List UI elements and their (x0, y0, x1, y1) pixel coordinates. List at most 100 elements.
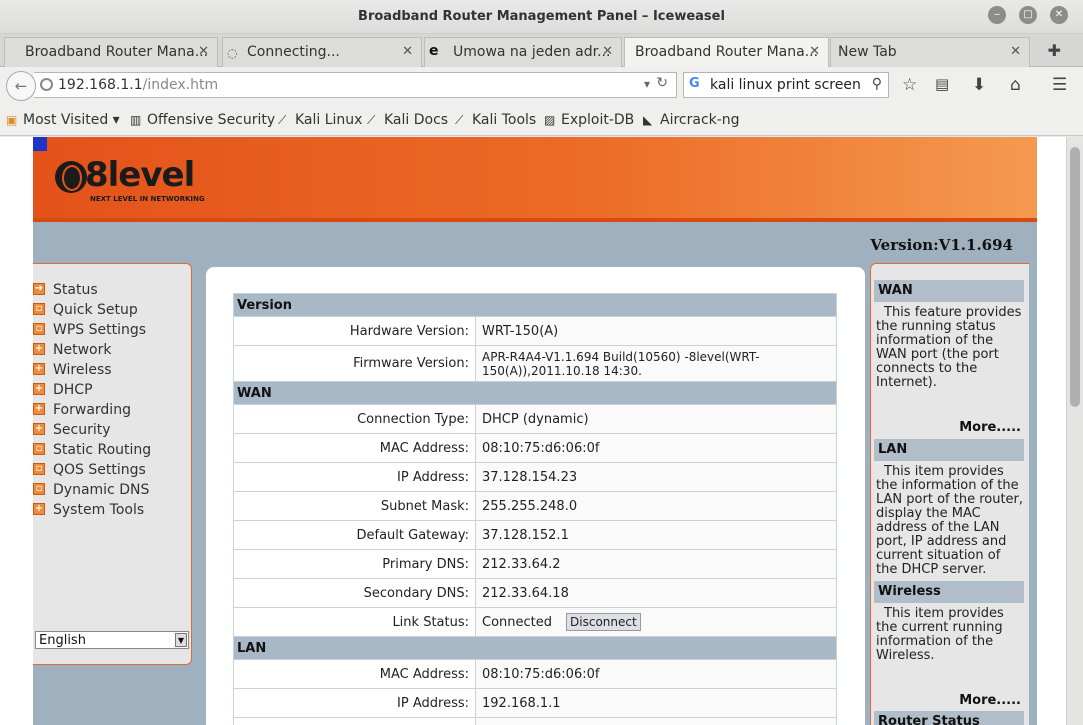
expand-plus-icon: + (33, 403, 45, 415)
status-table: Version Hardware Version: WRT-150(A) Firm… (233, 293, 837, 725)
tab-label: Broadband Router Mana... (25, 44, 209, 60)
help-text-wireless: This item provides the current running i… (876, 606, 1004, 663)
tab-label: Umowa na jeden adr... (453, 44, 611, 60)
bookmark-offensive-security[interactable]: ▥ Offensive Security (130, 112, 275, 128)
bookmark-star-icon[interactable]: ☆ (902, 75, 917, 95)
tab-umowa[interactable]: e Umowa na jeden adr... ✕ (424, 37, 622, 67)
menu-item-system-tools[interactable]: + System Tools (33, 501, 183, 521)
menu-item-qos-settings[interactable]: ▫ QOS Settings (33, 461, 183, 481)
menu-item-network[interactable]: + Network (33, 341, 183, 361)
tab-new[interactable]: New Tab ✕ (830, 37, 1030, 67)
bookmark-most-visited[interactable]: ▣ Most Visited ▾ (6, 112, 120, 128)
bookmark-kali-linux[interactable]: ⟋ Kali Linux (278, 112, 362, 128)
home-icon[interactable]: ⌂ (1010, 75, 1021, 95)
help-panel: WAN This feature provides the running st… (870, 263, 1029, 725)
search-box[interactable]: G kali linux print screen ⚲ (683, 72, 889, 98)
logo-ball-icon (55, 161, 87, 193)
menu-item-static-routing[interactable]: ▫ Static Routing (33, 441, 183, 461)
menu-item-status[interactable]: ➔ Status (33, 281, 183, 301)
close-tab-icon[interactable]: ✕ (1010, 44, 1021, 59)
downloads-icon[interactable]: ⬇ (972, 75, 986, 95)
close-tab-icon[interactable]: ✕ (402, 44, 413, 59)
brand-logo: 8level NEXT LEVEL IN NETWORKING (55, 155, 225, 207)
reading-list-icon[interactable]: ▤ (935, 75, 949, 93)
tab-connecting[interactable]: ◌ Connecting... ✕ (222, 37, 422, 67)
title-bar: Broadband Router Management Panel – Icew… (0, 0, 1083, 34)
menu-item-dhcp[interactable]: + DHCP (33, 381, 183, 401)
maximize-button[interactable]: □ (1019, 6, 1037, 24)
menu-item-wps-settings[interactable]: ▫ WPS Settings (33, 321, 183, 341)
banner-strip (33, 218, 1037, 222)
bookmark-exploit-db[interactable]: ▨ Exploit-DB (544, 112, 634, 128)
arrow-icon: ➔ (33, 283, 45, 295)
navigation-bar: 192.168.1.1/index.htm ▾ ↻ ← G kali linux… (0, 67, 1083, 104)
back-button[interactable]: ← (6, 71, 36, 101)
site-info-icon[interactable] (40, 78, 53, 91)
row-label: Subnet Mask: (233, 491, 476, 521)
menu-item-security[interactable]: + Security (33, 421, 183, 441)
firmware-version-value: APR-R4A4-V1.1.694 Build(10560) -8level(W… (475, 345, 837, 382)
row-label: MAC Address: (233, 433, 476, 463)
table-row: Link Status: Connected Disconnect (233, 607, 837, 637)
row-label: Secondary DNS: (233, 578, 476, 608)
search-icon[interactable]: ⚲ (872, 76, 882, 92)
more-link-wan[interactable]: More..... (959, 420, 1021, 435)
bookmark-kali-tools[interactable]: ⟋ Kali Tools (455, 112, 536, 128)
menu-icon[interactable]: ☰ (1052, 75, 1067, 95)
loading-icon: ◌ (227, 46, 238, 60)
reload-icon[interactable]: ↻ (656, 75, 668, 91)
menu-item-quick-setup[interactable]: ▫ Quick Setup (33, 301, 183, 321)
close-tab-icon[interactable]: ✕ (602, 44, 613, 59)
url-bar[interactable]: 192.168.1.1/index.htm ▾ ↻ (34, 72, 677, 98)
lan-mac-value: 08:10:75:d6:06:0f (475, 659, 837, 689)
wan-mac-value: 08:10:75:d6:06:0f (475, 433, 837, 463)
page-scrollbar[interactable] (1066, 137, 1083, 725)
language-select[interactable]: English ▼ (35, 631, 189, 649)
disconnect-button[interactable]: Disconnect (566, 613, 641, 631)
help-title-lan: LAN (874, 439, 1024, 461)
primary-dns-value: 212.33.64.2 (475, 549, 837, 579)
section-header-wan: WAN (233, 381, 837, 405)
row-label: Link Status: (233, 607, 476, 637)
corner-square (33, 137, 47, 151)
chevron-down-icon[interactable]: ▼ (175, 633, 187, 647)
table-row: IP Address: 37.128.154.23 (233, 462, 837, 492)
bookmark-aircrack[interactable]: ◣ Aircrack-ng (643, 112, 740, 128)
tab-label: New Tab (838, 44, 897, 60)
link-status-value: Connected (482, 615, 553, 630)
help-text-lan: This item provides the information of th… (876, 464, 1024, 577)
row-label: Firmware Version: (233, 345, 476, 382)
expand-plus-icon: + (33, 423, 45, 435)
square-bullet-icon: ▫ (33, 323, 45, 335)
tab-label: Connecting... (247, 44, 340, 60)
scrollbar-thumb[interactable] (1070, 147, 1080, 407)
table-row: Default Gateway: 37.128.152.1 (233, 520, 837, 550)
header-banner: 8level NEXT LEVEL IN NETWORKING (33, 137, 1037, 222)
url-host: 192.168.1.1 (58, 77, 143, 93)
close-window-button[interactable]: ✕ (1050, 6, 1068, 24)
new-tab-plus-icon[interactable]: ✚ (1048, 41, 1061, 60)
router-panel: 8level NEXT LEVEL IN NETWORKING Version:… (33, 137, 1037, 725)
wan-ip-value: 37.128.154.23 (475, 462, 837, 492)
tab-router-1[interactable]: Broadband Router Mana... ✕ (4, 37, 218, 67)
close-tab-icon[interactable]: ✕ (198, 44, 209, 59)
minimize-button[interactable]: ‒ (988, 6, 1006, 24)
menu-item-forwarding[interactable]: + Forwarding (33, 401, 183, 421)
dropdown-icon[interactable]: ▾ (644, 77, 650, 91)
offsec-icon: ▥ (130, 113, 142, 127)
table-row: Connection Type: DHCP (dynamic) (233, 404, 837, 434)
menu-item-wireless[interactable]: + Wireless (33, 361, 183, 381)
browser-window: Broadband Router Management Panel – Icew… (0, 0, 1083, 725)
square-bullet-icon: ▫ (33, 303, 45, 315)
table-row: MAC Address: 08:10:75:d6:06:0f (233, 433, 837, 463)
square-bullet-icon: ▫ (33, 483, 45, 495)
menu-item-dynamic-dns[interactable]: ▫ Dynamic DNS (33, 481, 183, 501)
close-tab-icon[interactable]: ✕ (809, 44, 820, 59)
table-row: Secondary DNS: 212.33.64.18 (233, 578, 837, 608)
bookmark-kali-docs[interactable]: ⟋ Kali Docs (367, 112, 448, 128)
more-link-wireless[interactable]: More..... (959, 693, 1021, 708)
kali-dragon-icon: ⟋ (455, 113, 464, 127)
hardware-version-value: WRT-150(A) (475, 316, 837, 346)
lan-ip-value: 192.168.1.1 (475, 688, 837, 718)
tab-router-active[interactable]: Broadband Router Mana... ✕ (624, 37, 829, 68)
